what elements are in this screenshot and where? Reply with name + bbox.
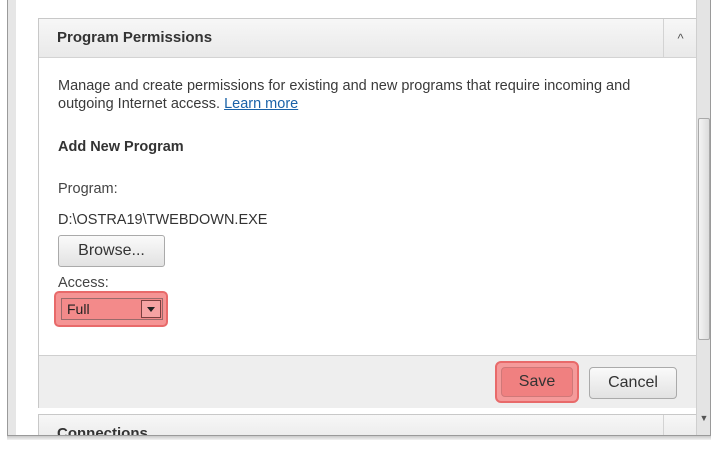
program-label: Program: bbox=[58, 181, 118, 197]
arrow-down-icon: ▼ bbox=[699, 413, 709, 423]
window-bottom-edge bbox=[7, 436, 711, 440]
chevron-up-icon: ^ bbox=[677, 30, 684, 46]
cancel-button[interactable]: Cancel bbox=[589, 367, 677, 399]
access-label: Access: bbox=[58, 275, 109, 291]
panel-footer: Save Cancel bbox=[39, 355, 697, 408]
dropdown-button[interactable] bbox=[141, 300, 161, 318]
description-text: Manage and create permissions for existi… bbox=[58, 78, 631, 112]
scrollbar-thumb[interactable] bbox=[698, 118, 710, 340]
app-window: Program Permissions ^ Manage and create … bbox=[7, 0, 711, 436]
browse-button[interactable]: Browse... bbox=[58, 235, 165, 267]
learn-more-link[interactable]: Learn more bbox=[224, 96, 298, 112]
chevron-down-icon bbox=[147, 306, 155, 312]
scroll-down-button[interactable]: ▼ bbox=[697, 408, 710, 428]
access-highlight: Full bbox=[54, 291, 168, 327]
save-button[interactable]: Save bbox=[501, 367, 573, 397]
panel-title: Program Permissions bbox=[57, 29, 213, 46]
add-new-program-heading: Add New Program bbox=[58, 139, 184, 155]
access-selected-value: Full bbox=[67, 301, 90, 317]
vertical-scrollbar[interactable]: ▼ bbox=[696, 0, 710, 435]
panel-header[interactable]: Program Permissions ^ bbox=[39, 19, 697, 58]
panel-description: Manage and create permissions for existi… bbox=[58, 77, 638, 113]
expand-button[interactable] bbox=[663, 415, 697, 435]
save-highlight: Save bbox=[495, 361, 579, 403]
access-select[interactable]: Full bbox=[61, 298, 163, 320]
connections-panel-title: Connections bbox=[57, 425, 148, 436]
program-path: D:\OSTRA19\TWEBDOWN.EXE bbox=[58, 212, 268, 228]
collapse-button[interactable]: ^ bbox=[663, 19, 697, 57]
content-area: Program Permissions ^ Manage and create … bbox=[16, 0, 698, 436]
program-permissions-panel: Program Permissions ^ Manage and create … bbox=[38, 18, 698, 408]
connections-panel[interactable]: Connections bbox=[38, 414, 698, 436]
